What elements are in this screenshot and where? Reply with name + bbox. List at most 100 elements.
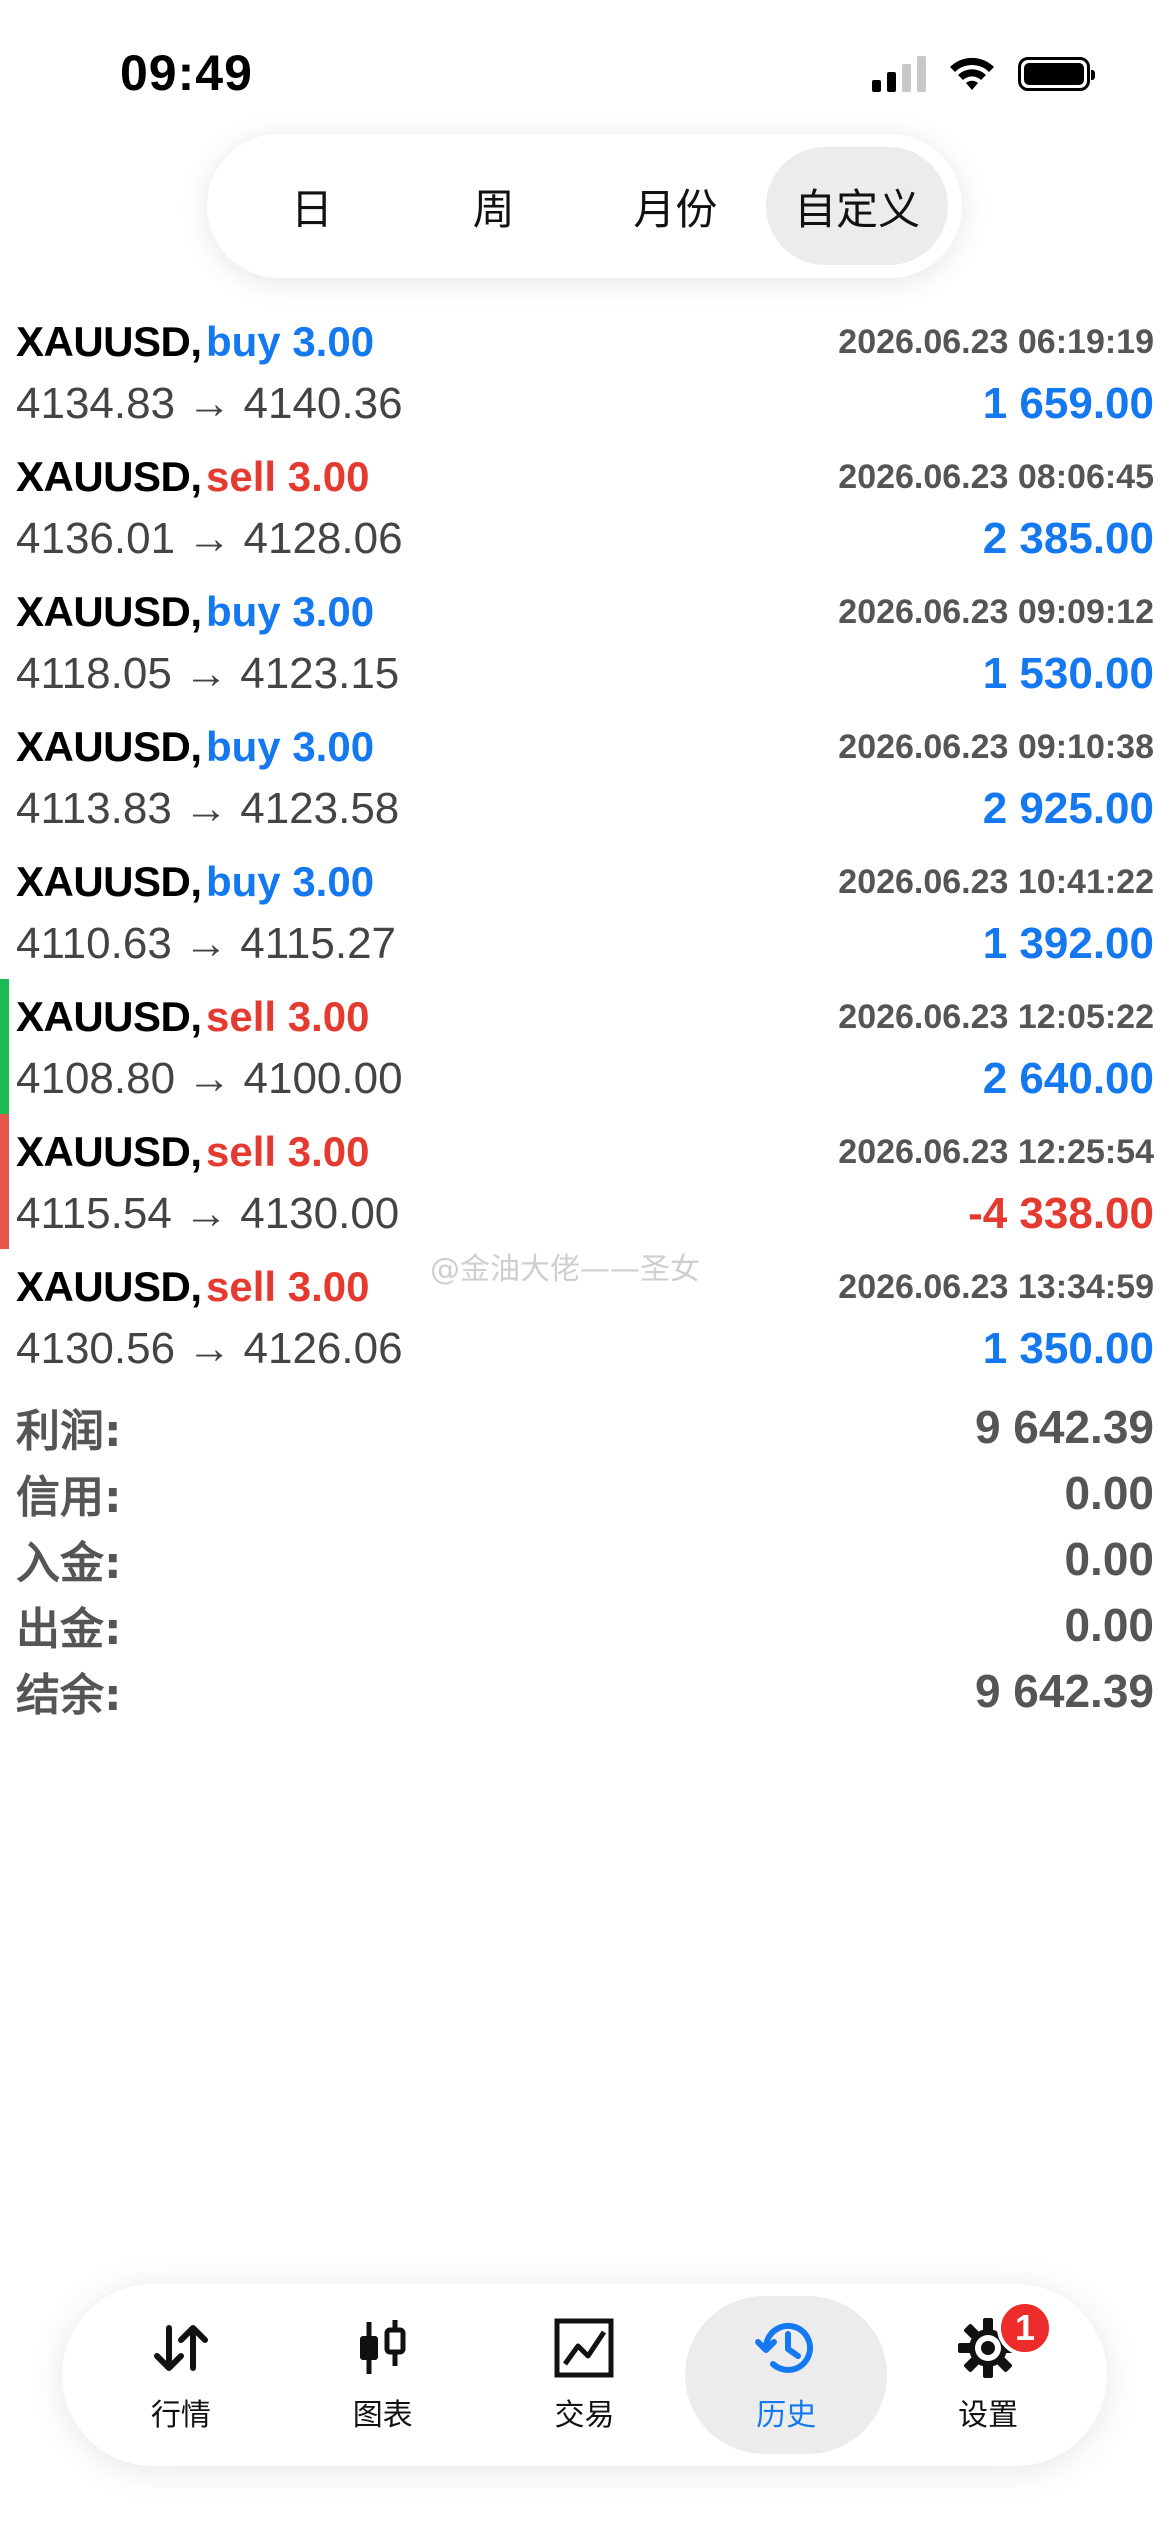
tab-week[interactable]: 周 (403, 147, 585, 265)
deal-symbol: XAUUSD, (16, 1128, 202, 1175)
wifi-icon (950, 57, 994, 90)
deal-details: 4118.05 → 4123.15 1 530.00 (16, 644, 1154, 704)
summary-value: 0.00 (1064, 1533, 1154, 1585)
trade-chart-icon (554, 2318, 614, 2378)
deal-side-volume: buy 3.00 (205, 588, 375, 635)
deal-profit: 1 530.00 (982, 649, 1154, 698)
deal-title: XAUUSD, sell 3.00 (16, 1263, 369, 1311)
cellular-signal-icon (872, 56, 926, 92)
deal-time: 2026.06.23 06:19:19 (838, 322, 1154, 361)
summary-value: 9 642.39 (974, 1401, 1154, 1453)
deal-header: XAUUSD, sell 3.00 2026.06.23 12:25:54 (16, 1124, 1154, 1180)
deal-time: 2026.06.23 09:09:12 (838, 592, 1154, 631)
deal-details: 4108.80 → 4100.00 2 640.00 (16, 1049, 1154, 1109)
deal-prices: 4113.83 → 4123.58 (16, 784, 400, 833)
deal-time: 2026.06.23 10:41:22 (838, 862, 1154, 901)
deal-symbol: XAUUSD, (16, 993, 202, 1040)
deal-header: XAUUSD, buy 3.00 2026.06.23 09:10:38 (16, 719, 1154, 775)
summary-row-deposit: 入金: 0.00 (16, 1526, 1154, 1592)
deal-row[interactable]: XAUUSD, buy 3.00 2026.06.23 06:19:19 413… (0, 304, 1170, 439)
deals-list: XAUUSD, buy 3.00 2026.06.23 06:19:19 413… (0, 304, 1170, 1384)
summary-label: 出金: (16, 1604, 122, 1655)
deal-row[interactable]: XAUUSD, buy 3.00 2026.06.23 09:09:12 411… (0, 574, 1170, 709)
deal-time: 2026.06.23 12:05:22 (838, 997, 1154, 1036)
summary-value: 0.00 (1064, 1467, 1154, 1519)
deal-side-volume: sell 3.00 (205, 1128, 370, 1175)
deal-profit: 1 350.00 (982, 1324, 1154, 1373)
deal-row[interactable]: XAUUSD, sell 3.00 2026.06.23 12:25:54 41… (0, 1114, 1170, 1249)
deal-details: 4113.83 → 4123.58 2 925.00 (16, 779, 1154, 839)
deal-side-volume: sell 3.00 (205, 993, 370, 1040)
deal-marker (0, 979, 9, 1114)
candlestick-chart-icon (359, 2320, 406, 2374)
deal-profit: 2 925.00 (982, 784, 1154, 833)
deal-time: 2026.06.23 08:06:45 (838, 457, 1154, 496)
deal-symbol: XAUUSD, (16, 1263, 202, 1310)
deal-profit: -4 338.00 (968, 1189, 1154, 1238)
summary-label: 结余: (16, 1670, 122, 1721)
deal-details: 4110.63 → 4115.27 1 392.00 (16, 914, 1154, 974)
deal-prices: 4108.80 → 4100.00 (16, 1054, 403, 1103)
summary-value: 0.00 (1064, 1599, 1154, 1651)
deal-profit: 1 392.00 (982, 919, 1154, 968)
deal-header: XAUUSD, buy 3.00 2026.06.23 09:09:12 (16, 584, 1154, 640)
deal-title: XAUUSD, buy 3.00 (16, 588, 374, 636)
tab-month[interactable]: 月份 (585, 147, 767, 265)
deal-row[interactable]: XAUUSD, sell 3.00 2026.06.23 12:05:22 41… (0, 979, 1170, 1114)
deal-prices: 4115.54 → 4130.00 (16, 1189, 400, 1238)
deal-symbol: XAUUSD, (16, 588, 202, 635)
notification-badge: 1 (996, 2300, 1053, 2356)
deal-details: 4136.01 → 4128.06 2 385.00 (16, 509, 1154, 569)
deal-details: 4134.83 → 4140.36 1 659.00 (16, 374, 1154, 434)
nav-trade[interactable]: 交易 (484, 2296, 686, 2454)
deal-profit: 2 385.00 (982, 514, 1154, 563)
nav-label: 交易 (554, 2398, 615, 2433)
nav-settings[interactable]: 设置 1 (887, 2296, 1089, 2454)
deal-prices: 4130.56 → 4126.06 (16, 1324, 403, 1373)
deal-header: XAUUSD, buy 3.00 2026.06.23 06:19:19 (16, 314, 1154, 370)
summary-row-profit: 利润: 9 642.39 (16, 1394, 1154, 1460)
deal-row[interactable]: XAUUSD, buy 3.00 2026.06.23 09:10:38 411… (0, 709, 1170, 844)
deal-prices: 4110.63 → 4115.27 (16, 919, 397, 968)
nav-label: 行情 (150, 2398, 211, 2433)
deal-header: XAUUSD, sell 3.00 2026.06.23 12:05:22 (16, 989, 1154, 1045)
deal-symbol: XAUUSD, (16, 453, 202, 500)
summary-row-credit: 信用: 0.00 (16, 1460, 1154, 1526)
summary-value: 9 642.39 (974, 1665, 1154, 1717)
nav-quotes[interactable]: 行情 (80, 2296, 282, 2454)
deal-title: XAUUSD, sell 3.00 (16, 453, 369, 501)
tab-custom[interactable]: 自定义 (766, 147, 948, 265)
deal-side-volume: buy 3.00 (205, 858, 375, 905)
watermark: @金油大佬——圣女 (430, 1252, 700, 1287)
deal-time: 2026.06.23 09:10:38 (838, 727, 1154, 766)
deal-symbol: XAUUSD, (16, 723, 202, 770)
deal-symbol: XAUUSD, (16, 858, 202, 905)
deal-title: XAUUSD, sell 3.00 (16, 993, 369, 1041)
deal-title: XAUUSD, sell 3.00 (16, 1128, 369, 1176)
deal-title: XAUUSD, buy 3.00 (16, 723, 374, 771)
status-icons (872, 54, 1095, 94)
deal-title: XAUUSD, buy 3.00 (16, 318, 374, 366)
deal-side-volume: buy 3.00 (205, 318, 375, 365)
account-summary: 利润: 9 642.39 信用: 0.00 入金: 0.00 出金: 0.00 … (16, 1394, 1154, 1724)
summary-label: 入金: (16, 1538, 122, 1589)
deal-time: 2026.06.23 13:34:59 (838, 1267, 1154, 1306)
nav-history[interactable]: 历史 (685, 2296, 888, 2454)
deal-prices: 4134.83 → 4140.36 (16, 379, 403, 428)
deal-prices: 4136.01 → 4128.06 (16, 514, 403, 563)
deal-profit: 1 659.00 (982, 379, 1154, 428)
deal-side-volume: buy 3.00 (205, 723, 375, 770)
period-selector: 日 周 月份 自定义 (207, 134, 962, 278)
deal-row[interactable]: XAUUSD, buy 3.00 2026.06.23 10:41:22 411… (0, 844, 1170, 979)
deal-prices: 4118.05 → 4123.15 (16, 649, 400, 698)
tab-day[interactable]: 日 (221, 147, 403, 265)
nav-charts[interactable]: 图表 (282, 2296, 484, 2454)
deal-side-volume: sell 3.00 (205, 1263, 370, 1310)
deal-marker (0, 1114, 9, 1249)
status-time: 09:49 (120, 45, 253, 101)
nav-label: 历史 (756, 2398, 817, 2433)
deal-header: XAUUSD, sell 3.00 2026.06.23 08:06:45 (16, 449, 1154, 505)
deal-details: 4130.56 → 4126.06 1 350.00 (16, 1319, 1154, 1379)
deal-row[interactable]: XAUUSD, sell 3.00 2026.06.23 08:06:45 41… (0, 439, 1170, 574)
deal-time: 2026.06.23 12:25:54 (838, 1132, 1154, 1171)
